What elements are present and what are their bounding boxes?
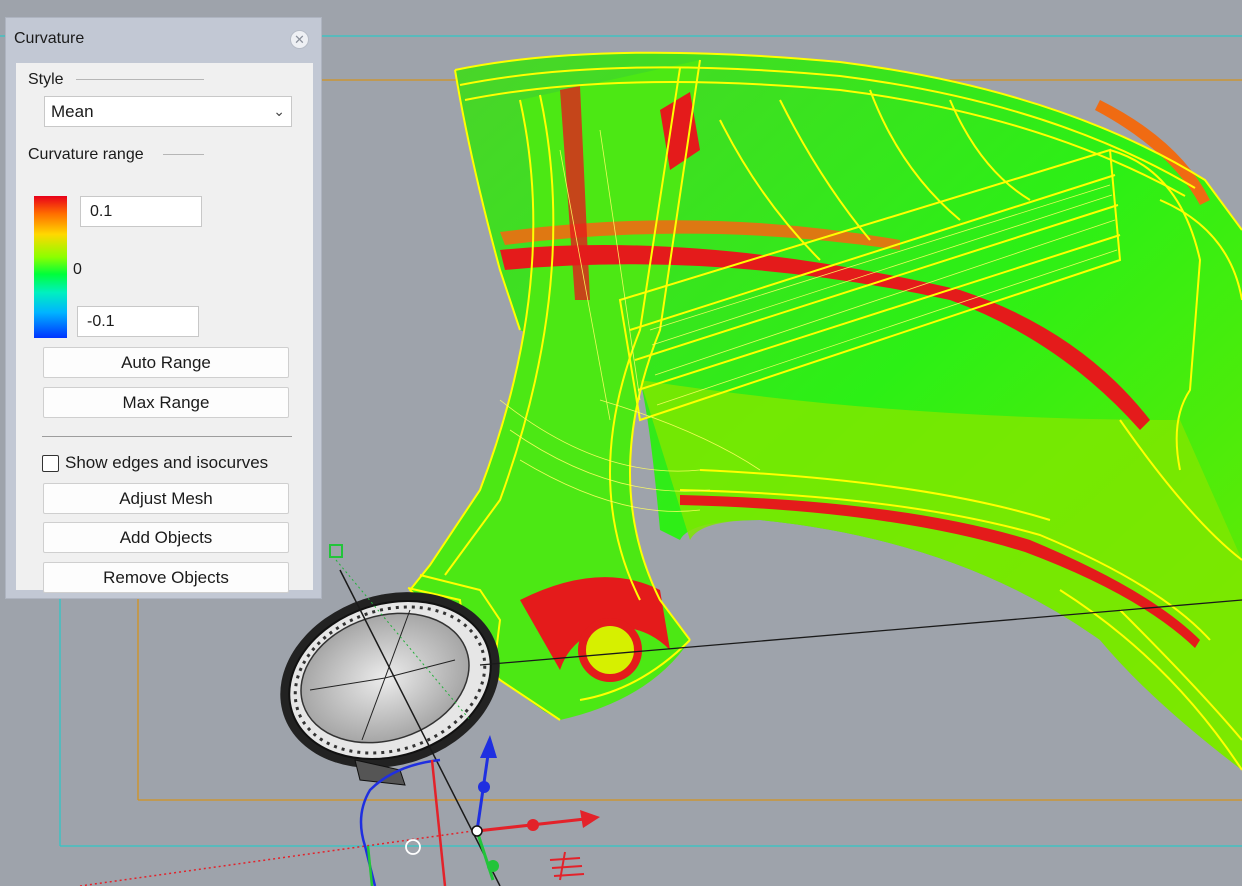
max-range-value: 0.1 [90, 203, 113, 220]
panel-title: Curvature [14, 30, 85, 47]
style-dropdown-value: Mean [51, 102, 94, 121]
pivot-marker[interactable] [405, 839, 421, 855]
style-section-rule [76, 79, 204, 80]
remove-objects-button[interactable]: Remove Objects [43, 562, 289, 593]
style-dropdown[interactable]: Mean ⌄ [44, 96, 292, 127]
chevron-down-icon: ⌄ [273, 103, 285, 119]
adjust-mesh-button[interactable]: Adjust Mesh [43, 483, 289, 514]
curvature-color-scale [34, 196, 67, 338]
style-section-label: Style [28, 71, 64, 88]
max-range-button[interactable]: Max Range [43, 387, 289, 418]
max-range-input[interactable]: 0.1 [80, 196, 202, 227]
wheel-curvature-model[interactable] [407, 51, 1242, 771]
control-point-marker[interactable] [329, 544, 343, 558]
range-mid-label: 0 [73, 261, 82, 278]
add-objects-button[interactable]: Add Objects [43, 522, 289, 553]
panel-divider [42, 436, 292, 437]
min-range-input[interactable]: -0.1 [77, 306, 199, 337]
close-icon[interactable]: ✕ [290, 30, 309, 49]
auto-range-button[interactable]: Auto Range [43, 347, 289, 378]
show-edges-checkbox[interactable] [42, 454, 59, 472]
gumball-manipulator[interactable] [471, 735, 600, 881]
min-range-value: -0.1 [87, 313, 115, 330]
curvature-range-label: Curvature range [28, 146, 144, 163]
show-edges-row[interactable]: Show edges and isocurves [42, 453, 268, 473]
curvature-range-rule [163, 154, 204, 155]
curvature-panel: Curvature ✕ Style Mean ⌄ Curvature range… [5, 17, 322, 599]
show-edges-label: Show edges and isocurves [65, 453, 269, 472]
panel-body: Style Mean ⌄ Curvature range 0.1 0 -0.1 … [16, 63, 313, 593]
